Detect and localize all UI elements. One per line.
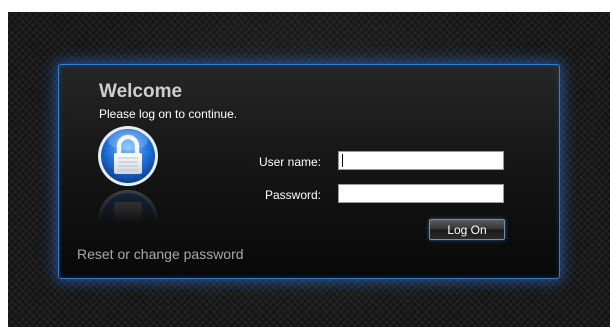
- log-on-button[interactable]: Log On: [429, 219, 505, 240]
- text-cursor: [342, 154, 343, 167]
- username-input[interactable]: [338, 151, 504, 170]
- password-input[interactable]: [338, 184, 504, 203]
- username-label: User name:: [258, 155, 321, 169]
- login-screen-background: Welcome Please log on to continue. User …: [8, 12, 610, 327]
- padlock-icon: [98, 126, 158, 186]
- welcome-heading: Welcome: [99, 81, 183, 102]
- login-instructions: Please log on to continue.: [99, 107, 238, 121]
- reset-password-link[interactable]: Reset or change password: [77, 246, 244, 262]
- padlock-reflection: [98, 190, 158, 250]
- login-panel: Welcome Please log on to continue. User …: [58, 64, 560, 279]
- password-label: Password:: [264, 188, 321, 202]
